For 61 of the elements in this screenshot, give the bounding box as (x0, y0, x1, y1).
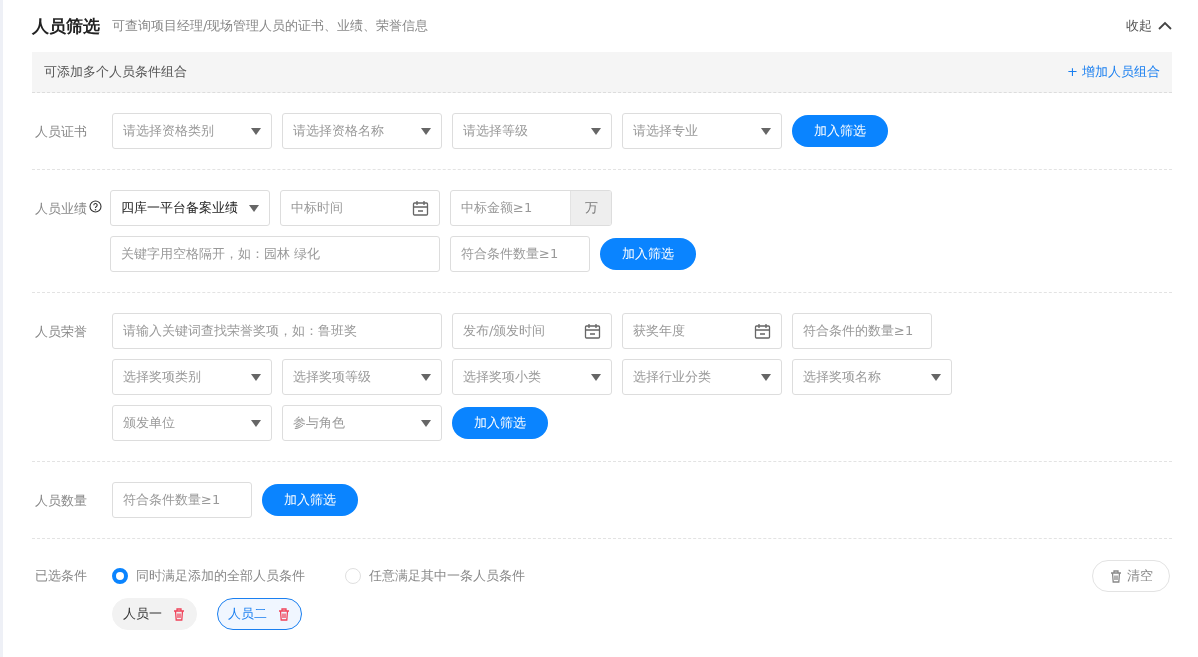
filter-label: 人员证书 (35, 123, 87, 141)
section-title: 人员筛选 (32, 14, 100, 38)
person-tag[interactable]: 人员二 (217, 598, 302, 630)
trash-icon (277, 606, 291, 622)
person-tag[interactable]: 人员一 (112, 598, 197, 630)
dropdown[interactable]: 选择奖项类别 (112, 359, 272, 395)
filter-label: 人员荣誉 (35, 323, 87, 341)
dropdown[interactable]: 选择奖项小类 (452, 359, 612, 395)
calendar-icon (584, 323, 601, 339)
trash-icon (1109, 568, 1123, 584)
input-field[interactable]: 符合条件数量≥1 (450, 236, 590, 272)
add-filter-button[interactable]: 加入筛选 (792, 115, 888, 147)
add-filter-button[interactable]: 加入筛选 (262, 484, 358, 516)
input-field[interactable]: 请输入关键词查找荣誉奖项，如：鲁班奖 (112, 313, 442, 349)
dropdown[interactable]: 请选择等级 (452, 113, 612, 149)
clear-button[interactable]: 清空 (1092, 560, 1170, 592)
match-option[interactable]: 同时满足添加的全部人员条件 (112, 567, 305, 585)
add-filter-button[interactable]: 加入筛选 (452, 407, 548, 439)
caret-icon (761, 373, 771, 381)
dropdown[interactable]: 请选择专业 (622, 113, 782, 149)
collapse-button[interactable]: 收起 (1126, 17, 1172, 35)
dropdown[interactable]: 四库一平台备案业绩 (110, 190, 270, 226)
input-field[interactable]: 关键字用空格隔开，如：园林 绿化 (110, 236, 440, 272)
radio-button[interactable] (112, 568, 128, 584)
caret-icon (591, 127, 601, 135)
match-option[interactable]: 任意满足其中一条人员条件 (345, 567, 525, 585)
caret-icon (251, 419, 261, 427)
date-field[interactable]: 发布/颁发时间 (452, 313, 612, 349)
dropdown[interactable]: 参与角色 (282, 405, 442, 441)
filter-label: 人员业绩 (35, 200, 87, 218)
hint-text: 可添加多个人员条件组合 (44, 63, 187, 81)
section-subtitle: 可查询项目经理/现场管理人员的证书、业绩、荣誉信息 (112, 17, 430, 35)
input-field[interactable]: 符合条件的数量≥1 (792, 313, 932, 349)
unit-label: 万 (570, 191, 611, 225)
conditions-label: 已选条件 (35, 567, 88, 585)
calendar-icon (412, 200, 429, 216)
dropdown[interactable]: 选择奖项等级 (282, 359, 442, 395)
dropdown[interactable]: 请选择资格名称 (282, 113, 442, 149)
caret-icon (931, 373, 941, 381)
trash-icon (172, 606, 186, 622)
add-filter-button[interactable]: 加入筛选 (600, 238, 696, 270)
caret-icon (421, 127, 431, 135)
date-field[interactable]: 中标时间 (280, 190, 440, 226)
input-field[interactable]: 符合条件数量≥1 (112, 482, 252, 518)
date-field[interactable]: 获奖年度 (622, 313, 782, 349)
filter-label: 人员数量 (35, 492, 87, 510)
caret-icon (591, 373, 601, 381)
caret-icon (249, 204, 259, 212)
calendar-icon (754, 323, 771, 339)
dropdown[interactable]: 颁发单位 (112, 405, 272, 441)
caret-icon (251, 127, 261, 135)
dropdown[interactable]: 请选择资格类别 (112, 113, 272, 149)
dropdown[interactable]: 选择奖项名称 (792, 359, 952, 395)
chevron-up-icon (1158, 21, 1172, 31)
caret-icon (251, 373, 261, 381)
caret-icon (761, 127, 771, 135)
add-group-link[interactable]: + 增加人员组合 (1066, 63, 1160, 81)
caret-icon (421, 373, 431, 381)
dropdown[interactable]: 选择行业分类 (622, 359, 782, 395)
amount-field[interactable]: 中标金额≥1 万 (450, 190, 612, 226)
caret-icon (421, 419, 431, 427)
